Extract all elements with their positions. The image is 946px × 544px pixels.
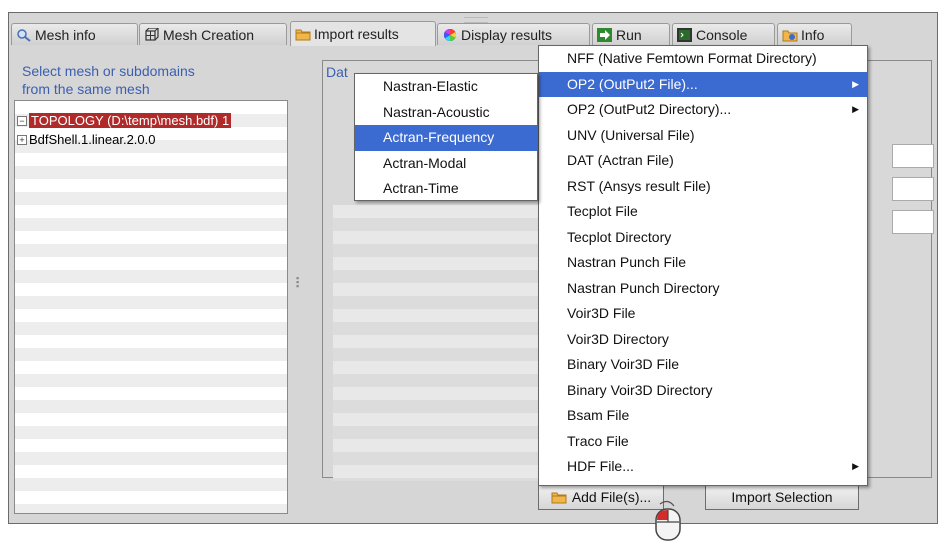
mesh-cube-icon [144, 26, 160, 42]
tab-label: Run [616, 26, 642, 43]
folder-icon [551, 490, 569, 504]
menu-item-label: Actran-Frequency [383, 129, 495, 145]
menu-item-label: Tecplot File [567, 203, 638, 219]
panel-splitter[interactable]: ▪ ▪ ▪ [296, 274, 304, 291]
menu-item-op2-directory[interactable]: OP2 (OutPut2 Directory)... ▶ [539, 97, 867, 123]
tab-label: Mesh info [35, 26, 96, 43]
tree-node-label: BdfShell.1.linear.2.0.0 [29, 132, 156, 147]
menu-item-nastran-punch-file[interactable]: Nastran Punch File [539, 250, 867, 276]
mouse-click-icon [654, 500, 682, 542]
tree-node-topology[interactable]: − TOPOLOGY (D:\temp\mesh.bdf) 1 [17, 113, 232, 128]
tab-info[interactable]: Info [777, 23, 852, 45]
import-format-menu: NFF (Native Femtown Format Directory) OP… [538, 45, 868, 486]
label-line-1: Select mesh or subdomains [22, 63, 195, 79]
submenu-item-actran-modal[interactable]: Actran-Modal [355, 151, 537, 177]
menu-item-label: DAT (Actran File) [567, 152, 674, 168]
menu-item-nff[interactable]: NFF (Native Femtown Format Directory) [539, 46, 867, 72]
menu-item-label: Nastran Punch File [567, 254, 687, 270]
tab-console[interactable]: Console [672, 23, 775, 45]
menu-item-traco-file[interactable]: Traco File [539, 429, 867, 455]
menu-item-binary-voir3d-file[interactable]: Binary Voir3D File [539, 352, 867, 378]
menu-item-label: Traco File [567, 432, 629, 449]
tab-label: Mesh Creation [163, 26, 255, 43]
menu-item-label: Actran-Time [383, 180, 459, 196]
tab-label: Info [801, 26, 825, 43]
collapse-icon[interactable]: − [17, 116, 27, 126]
menu-item-tecplot-file[interactable]: Tecplot File [539, 199, 867, 225]
tab-mesh-creation[interactable]: Mesh Creation [139, 23, 287, 45]
menu-item-label: RST (Ansys result File) [567, 177, 711, 194]
menu-item-label: Nastran-Acoustic [383, 103, 490, 120]
menu-item-label: Nastran Punch Directory [567, 279, 720, 296]
data-panel-label: Dat [326, 64, 348, 80]
magnifier-icon [16, 28, 32, 42]
tab-label: Display results [461, 26, 553, 43]
tree-node-label: TOPOLOGY (D:\temp\mesh.bdf) 1 [29, 113, 232, 128]
tab-label: Import results [314, 26, 399, 42]
option-field-2[interactable] [892, 177, 934, 201]
tab-mesh-info[interactable]: Mesh info [11, 23, 138, 45]
add-files-button[interactable]: Add File(s)... [538, 484, 664, 510]
add-files-label: Add File(s)... [571, 489, 652, 505]
color-wheel-icon [442, 28, 458, 42]
menu-item-op2-file[interactable]: OP2 (OutPut2 File)... ▶ [539, 71, 867, 97]
menu-item-dat[interactable]: DAT (Actran File) [539, 148, 867, 174]
mesh-tree[interactable]: − TOPOLOGY (D:\temp\mesh.bdf) 1 + BdfShell… [14, 100, 288, 514]
submenu-arrow-icon: ▶ [852, 461, 859, 471]
menu-item-label: Binary Voir3D Directory [567, 381, 713, 398]
menu-item-label: UNV (Universal File) [567, 126, 695, 143]
run-arrow-icon [597, 27, 613, 42]
submenu-item-actran-time[interactable]: Actran-Time [355, 176, 537, 202]
expand-icon[interactable]: + [17, 135, 27, 145]
menu-item-rst[interactable]: RST (Ansys result File) [539, 174, 867, 200]
menu-item-binary-voir3d-directory[interactable]: Binary Voir3D Directory [539, 378, 867, 404]
submenu-item-nastran-elastic[interactable]: Nastran-Elastic [355, 74, 537, 100]
submenu-item-actran-frequency[interactable]: Actran-Frequency [355, 125, 537, 151]
menu-item-tecplot-directory[interactable]: Tecplot Directory [539, 225, 867, 251]
tree-node-bdfshell[interactable]: + BdfShell.1.linear.2.0.0 [17, 132, 155, 147]
menu-item-label: NFF (Native Femtown Format Directory) [567, 50, 817, 66]
option-field-1[interactable] [892, 144, 934, 168]
tab-run[interactable]: Run [592, 23, 670, 45]
menu-item-label: Binary Voir3D File [567, 356, 680, 372]
tab-bar: Mesh info Mesh Creation Import results D… [9, 21, 937, 47]
menu-item-voir3d-file[interactable]: Voir3D File [539, 301, 867, 327]
submenu-arrow-icon: ▶ [852, 104, 859, 114]
submenu-item-nastran-acoustic[interactable]: Nastran-Acoustic [355, 100, 537, 126]
menu-item-nastran-punch-directory[interactable]: Nastran Punch Directory [539, 276, 867, 302]
menu-item-voir3d-directory[interactable]: Voir3D Directory [539, 327, 867, 353]
submenu-arrow-icon: ▶ [852, 78, 859, 89]
option-field-3[interactable] [892, 210, 934, 234]
import-selection-label: Import Selection [731, 489, 833, 505]
tab-display-results[interactable]: Display results [437, 23, 590, 45]
mesh-selection-label: Select mesh or subdomains from the same … [22, 62, 300, 98]
data-list[interactable] [333, 205, 553, 481]
menu-item-label: Bsam File [567, 407, 630, 423]
op2-solver-submenu: Nastran-Elastic Nastran-Acoustic Actran-… [354, 73, 538, 201]
menu-item-label: Tecplot Directory [567, 228, 672, 245]
menu-item-hdf-file[interactable]: HDF File... ▶ [539, 454, 867, 480]
menu-item-label: OP2 (OutPut2 File)... [567, 75, 698, 92]
label-line-2: from the same mesh [22, 81, 150, 97]
folder-icon [295, 27, 311, 41]
menu-item-label: Actran-Modal [383, 154, 467, 171]
menu-item-label: Voir3D File [567, 305, 636, 321]
menu-item-label: OP2 (OutPut2 Directory)... [567, 101, 732, 117]
tab-label: Console [696, 26, 748, 43]
info-folder-icon [782, 28, 798, 42]
import-selection-button[interactable]: Import Selection [705, 484, 859, 510]
menu-item-label: Voir3D Directory [567, 330, 669, 347]
menu-item-label: HDF File... [567, 458, 634, 474]
menu-item-bsam-file[interactable]: Bsam File [539, 403, 867, 429]
menu-item-label: Nastran-Elastic [383, 78, 478, 94]
menu-item-unv[interactable]: UNV (Universal File) [539, 123, 867, 149]
tab-import-results[interactable]: Import results [290, 21, 436, 46]
console-icon [677, 27, 693, 42]
